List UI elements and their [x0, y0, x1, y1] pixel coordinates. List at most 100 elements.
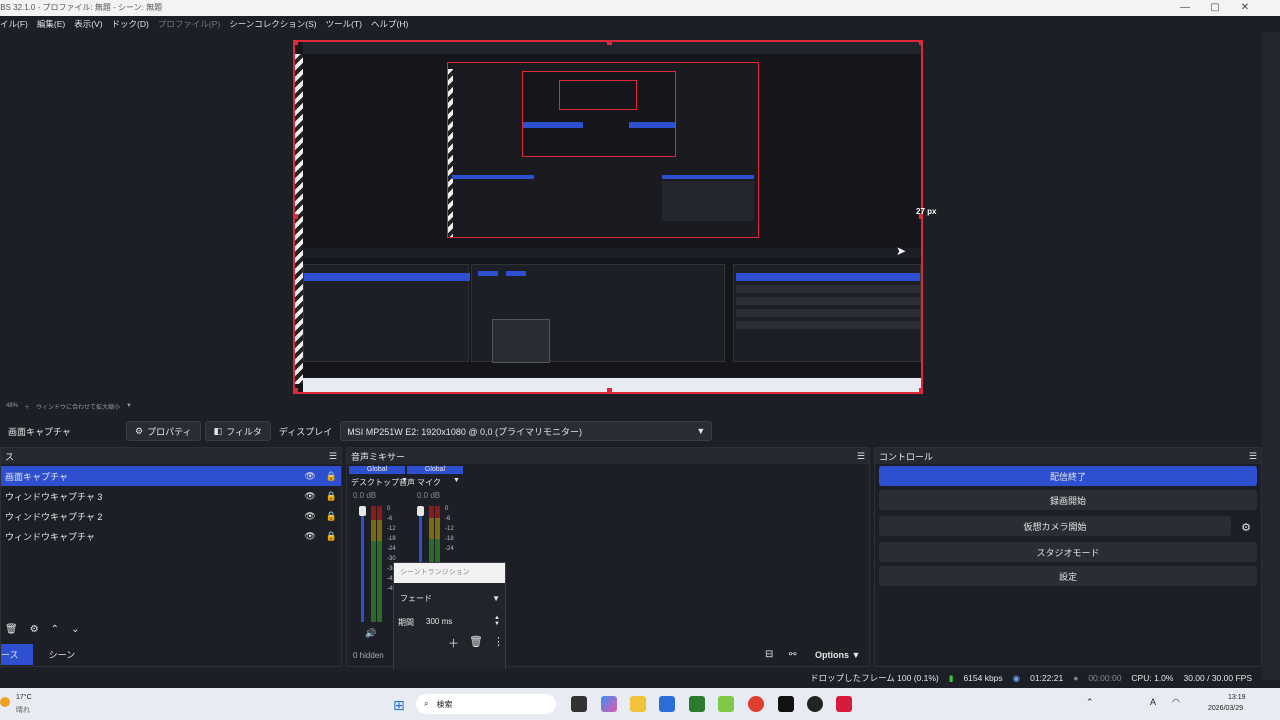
chevron-down-icon[interactable]: ▼ — [453, 477, 460, 484]
volume-knob[interactable] — [417, 506, 424, 516]
lock-icon[interactable]: 🔒 — [326, 491, 337, 502]
windows-taskbar: 17°C 晴れ ⊞ ⌕ 検索 ⌃ A ◠ 13:19 2026/03/29 — [0, 688, 1280, 720]
store-icon[interactable] — [659, 696, 675, 712]
app-k-icon[interactable] — [778, 696, 794, 712]
display-select[interactable]: MSI MP251W E2: 1920x1080 @ 0,0 (プライマリモニタ… — [340, 421, 713, 441]
tab-scenes[interactable]: シーン — [33, 644, 92, 665]
nested-ctl-4 — [736, 309, 920, 317]
vim-icon[interactable] — [718, 696, 734, 712]
preview-canvas[interactable] — [293, 40, 923, 394]
chrome-icon[interactable] — [748, 696, 764, 712]
menu-help[interactable]: ヘルプ(H) — [371, 18, 408, 30]
weather-temp[interactable]: 17°C — [16, 694, 32, 701]
transition-type-select[interactable]: フェード ▼ — [400, 590, 500, 606]
task-view-icon[interactable] — [571, 696, 587, 712]
maximize-button[interactable]: ▢ — [1200, 0, 1230, 16]
volume-slider[interactable] — [361, 506, 364, 622]
trash-icon[interactable]: 🗑 — [5, 624, 18, 635]
source-item[interactable]: 画面キャプチャ 👁 🔒 — [1, 466, 341, 486]
vertical-scrollbar[interactable] — [1262, 32, 1280, 680]
dock-menu-icon[interactable]: ☰ — [857, 451, 865, 462]
app-red-icon[interactable] — [836, 696, 852, 712]
studio-mode-button[interactable]: スタジオモード — [879, 542, 1257, 562]
trash-icon[interactable]: 🗑 — [469, 635, 483, 651]
start-recording-button[interactable]: 録画開始 — [879, 490, 1257, 510]
settings-button[interactable]: 設定 — [879, 566, 1257, 586]
add-icon[interactable]: ＋ — [448, 635, 459, 651]
taskbar-search[interactable]: ⌕ 検索 — [416, 694, 556, 714]
arrow-up-icon[interactable]: ⌃ — [51, 624, 59, 635]
close-button[interactable]: ✕ — [1230, 0, 1260, 16]
ime-indicator[interactable]: A — [1150, 697, 1156, 707]
minimize-button[interactable]: — — [1170, 0, 1200, 16]
arrow-down-icon[interactable]: ⌄ — [71, 624, 79, 635]
zoom-fit-label[interactable]: ウィンドウに合わせて拡大縮小 — [36, 402, 120, 411]
stop-streaming-button[interactable]: 配信終了 — [879, 466, 1257, 486]
duration-spinbox[interactable]: 300 ms ▲ ▼ — [418, 613, 500, 629]
layout-icon[interactable]: ⊟ — [765, 649, 773, 660]
zoom-plus-icon[interactable]: ＋ — [24, 402, 30, 411]
resize-handle-bc[interactable] — [607, 388, 612, 392]
file-explorer-icon[interactable] — [630, 696, 646, 712]
menu-tools[interactable]: ツール(T) — [326, 18, 362, 30]
properties-button[interactable]: ⚙ プロパティ — [126, 421, 201, 441]
lock-icon[interactable]: 🔒 — [326, 471, 337, 482]
volume-knob[interactable] — [359, 506, 366, 516]
clock-date[interactable]: 2026/03/29 — [1208, 705, 1243, 712]
weather-desc[interactable]: 晴れ — [16, 705, 30, 715]
nested-sources-row — [452, 175, 534, 179]
nested-sources-dock — [303, 264, 470, 362]
menu-docks[interactable]: ドック(D) — [112, 18, 149, 30]
more-icon[interactable]: ⋮ — [493, 635, 504, 651]
spin-arrows-icon[interactable]: ▲ ▼ — [494, 615, 500, 627]
eye-icon[interactable]: 👁 — [304, 471, 315, 482]
scale-tick: -12 — [387, 526, 396, 532]
menu-file[interactable]: イル(F) — [0, 18, 28, 30]
tab-sources[interactable]: ース — [1, 644, 33, 665]
menu-view[interactable]: 表示(V) — [74, 18, 102, 30]
gear-icon[interactable]: ⚙ — [30, 624, 39, 635]
zoom-level[interactable]: 48% — [6, 403, 18, 409]
link-icon[interactable]: ⚯ — [789, 649, 797, 660]
resize-handle-bl[interactable] — [295, 388, 298, 392]
lock-icon[interactable]: 🔒 — [326, 511, 337, 522]
record-icon: ● — [1073, 673, 1079, 683]
lock-icon[interactable]: 🔒 — [326, 531, 337, 542]
dock-menu-icon[interactable]: ☰ — [1249, 451, 1257, 462]
tray-chevron-icon[interactable]: ⌃ — [1086, 697, 1094, 708]
mixer-channel-name[interactable]: マイク — [417, 477, 441, 488]
source-item[interactable]: ウィンドウキャプチャ 👁 🔒 — [1, 526, 341, 546]
filters-button[interactable]: ◧ フィルタ — [204, 421, 271, 441]
resize-handle-br[interactable] — [919, 388, 921, 392]
resize-handle-ml[interactable] — [295, 214, 298, 219]
resize-handle-tc[interactable] — [607, 42, 612, 45]
copilot-icon[interactable] — [601, 696, 617, 712]
zoom-dropdown-icon[interactable]: ▼ — [126, 403, 132, 409]
clock-time[interactable]: 13:19 — [1228, 694, 1246, 701]
resize-handle-tr[interactable] — [919, 42, 921, 45]
transition-actions: ＋ 🗑 ⋮ — [448, 635, 504, 651]
mouse-cursor-icon: ➤ — [896, 244, 907, 258]
menu-profile[interactable]: プロファイル(P) — [158, 18, 220, 30]
cpu-usage: CPU: 1.0% — [1131, 673, 1174, 683]
eye-icon[interactable]: 👁 — [304, 491, 315, 502]
speaker-icon[interactable]: 🔊 — [365, 628, 376, 639]
wifi-icon[interactable]: ◠ — [1172, 697, 1180, 708]
source-item[interactable]: ウィンドウキャプチャ 2 👁 🔒 — [1, 506, 341, 526]
windows-start-icon[interactable]: ⊞ — [393, 697, 405, 714]
chevron-down-icon[interactable]: ▼ — [401, 477, 408, 484]
start-virtual-camera-button[interactable]: 仮想カメラ開始 — [879, 516, 1231, 536]
menu-edit[interactable]: 編集(E) — [37, 18, 65, 30]
eye-icon[interactable]: 👁 — [304, 531, 315, 542]
xbox-icon[interactable] — [689, 696, 705, 712]
dock-menu-icon[interactable]: ☰ — [329, 451, 337, 462]
mixer-options-button[interactable]: Options ▼ — [815, 650, 860, 660]
scale-tick: -6 — [445, 516, 451, 522]
obs-icon[interactable] — [807, 696, 823, 712]
eye-icon[interactable]: 👁 — [304, 511, 315, 522]
menu-scene-collection[interactable]: シーンコレクション(S) — [229, 18, 316, 30]
gear-icon[interactable]: ⚙ — [1235, 521, 1257, 534]
weather-icon[interactable] — [0, 697, 10, 707]
source-item[interactable]: ウィンドウキャプチャ 3 👁 🔒 — [1, 486, 341, 506]
resize-handle-tl[interactable] — [295, 42, 298, 45]
